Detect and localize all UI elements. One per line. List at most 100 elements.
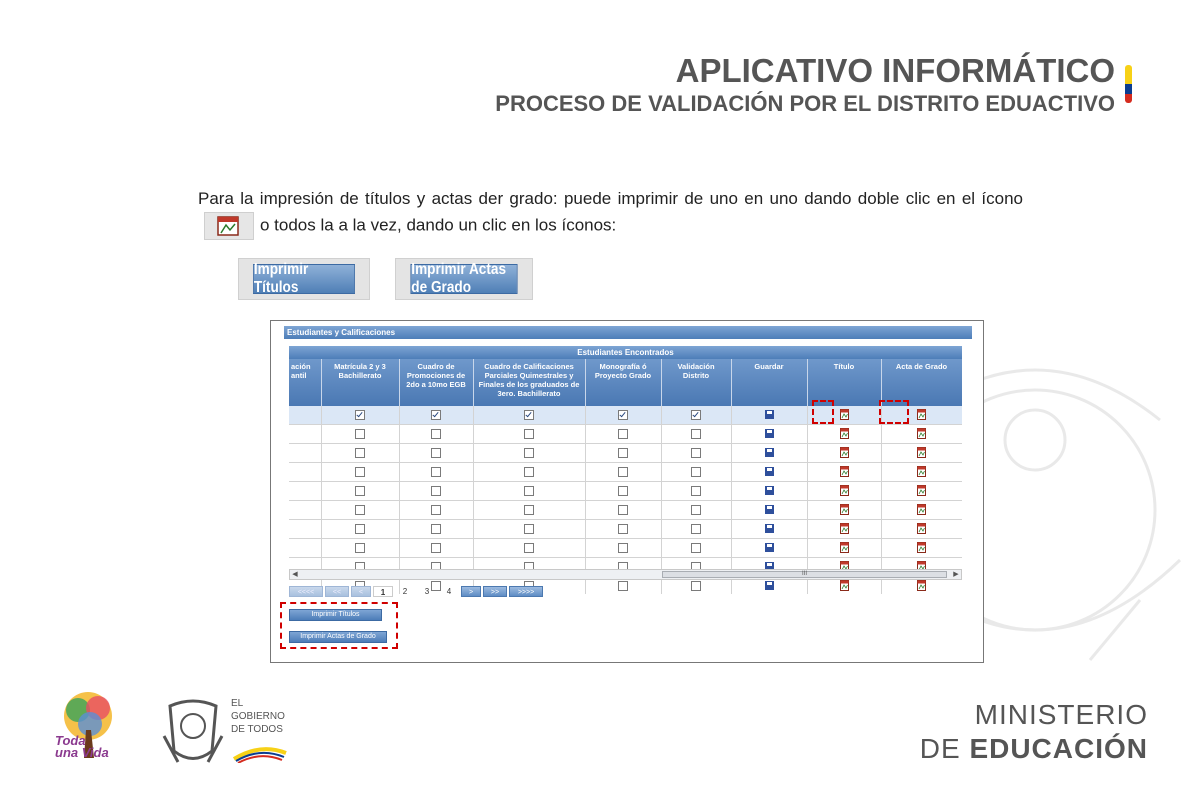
checkbox[interactable] [355, 447, 365, 458]
table-row[interactable] [289, 406, 962, 425]
pager-next-many-button[interactable]: >> [483, 586, 507, 597]
grid-cell [807, 481, 882, 501]
checkbox[interactable] [524, 428, 534, 439]
save-icon[interactable] [764, 429, 774, 439]
checkbox[interactable] [355, 428, 365, 439]
checkbox[interactable] [691, 523, 701, 534]
checkbox[interactable] [691, 504, 701, 515]
checkbox[interactable] [618, 447, 628, 458]
save-icon[interactable] [764, 448, 774, 458]
coat-of-arms-logo [162, 699, 224, 763]
table-row[interactable] [289, 424, 962, 444]
checkbox[interactable] [355, 485, 365, 496]
titulo-print-icon[interactable] [839, 463, 849, 480]
titulo-print-icon[interactable] [839, 520, 849, 537]
save-icon[interactable] [764, 486, 774, 496]
acta-print-icon[interactable] [917, 406, 926, 423]
scroll-right-icon[interactable]: ▶ [951, 570, 961, 579]
save-icon[interactable] [764, 410, 774, 420]
checkbox[interactable] [524, 504, 534, 515]
checkbox[interactable] [618, 428, 628, 439]
pager-page-2[interactable]: 2 [395, 586, 415, 597]
pager-page-4[interactable]: 4 [439, 586, 459, 597]
col-header[interactable]: Guardar [731, 359, 808, 406]
checkbox[interactable] [431, 428, 441, 439]
titulo-print-icon[interactable] [839, 444, 849, 461]
checkbox[interactable] [524, 409, 534, 420]
checkbox[interactable] [355, 466, 365, 477]
checkbox[interactable] [691, 409, 701, 420]
acta-print-icon[interactable] [917, 520, 926, 537]
pager-last-button[interactable]: >>>> [509, 586, 543, 597]
acta-print-icon[interactable] [917, 482, 926, 499]
col-header[interactable]: Cuadro de Calificaciones Parciales Quime… [473, 359, 586, 406]
checkbox[interactable] [618, 523, 628, 534]
table-row[interactable] [289, 500, 962, 520]
pager-page-3[interactable]: 3 [417, 586, 437, 597]
save-icon[interactable] [764, 543, 774, 553]
checkbox[interactable] [524, 466, 534, 477]
acta-print-icon[interactable] [917, 463, 926, 480]
horizontal-scrollbar[interactable]: ◀ III ▶ [289, 569, 962, 580]
checkbox[interactable] [431, 447, 441, 458]
checkbox[interactable] [618, 409, 628, 420]
titulo-print-icon[interactable] [839, 425, 849, 442]
checkbox[interactable] [431, 504, 441, 515]
titulo-print-icon[interactable] [839, 539, 849, 556]
save-icon[interactable] [764, 467, 774, 477]
checkbox[interactable] [524, 523, 534, 534]
save-icon[interactable] [764, 505, 774, 515]
checkbox[interactable] [355, 504, 365, 515]
pager-first-button[interactable]: <<<< [289, 586, 323, 597]
checkbox[interactable] [618, 580, 628, 591]
checkbox[interactable] [691, 428, 701, 439]
checkbox[interactable] [691, 466, 701, 477]
titulo-print-icon[interactable] [839, 501, 849, 518]
checkbox[interactable] [524, 485, 534, 496]
table-row[interactable] [289, 481, 962, 501]
save-icon[interactable] [764, 524, 774, 534]
checkbox[interactable] [618, 542, 628, 553]
checkbox[interactable] [691, 580, 701, 591]
col-header[interactable]: Validación Distrito [661, 359, 732, 406]
col-header[interactable]: Título [807, 359, 882, 406]
checkbox[interactable] [618, 485, 628, 496]
checkbox[interactable] [524, 447, 534, 458]
save-icon[interactable] [764, 581, 774, 591]
col-header[interactable]: Monografía ó Proyecto Grado [585, 359, 662, 406]
checkbox[interactable] [431, 485, 441, 496]
checkbox[interactable] [524, 542, 534, 553]
checkbox[interactable] [618, 466, 628, 477]
col-header[interactable]: ación antil [289, 359, 322, 406]
col-header[interactable]: Cuadro de Promociones de 2do a 10mo EGB [399, 359, 474, 406]
table-row[interactable] [289, 462, 962, 482]
col-header[interactable]: Acta de Grado [881, 359, 962, 406]
titulo-print-icon[interactable] [839, 482, 849, 499]
checkbox[interactable] [431, 409, 441, 420]
pager-prev-many-button[interactable]: << [325, 586, 349, 597]
pager-page-1[interactable]: 1 [373, 586, 393, 597]
acta-print-icon[interactable] [917, 539, 926, 556]
scroll-thumb[interactable]: III [662, 571, 947, 578]
checkbox[interactable] [355, 409, 365, 420]
acta-print-icon[interactable] [917, 444, 926, 461]
col-header[interactable]: Matrícula 2 y 3 Bachillerato [321, 359, 400, 406]
checkbox[interactable] [355, 542, 365, 553]
table-row[interactable] [289, 443, 962, 463]
pager-next-button[interactable]: > [461, 586, 481, 597]
checkbox[interactable] [691, 542, 701, 553]
titulo-print-icon[interactable] [839, 406, 849, 423]
acta-print-icon[interactable] [917, 501, 926, 518]
acta-print-icon[interactable] [917, 425, 926, 442]
checkbox[interactable] [431, 466, 441, 477]
scroll-left-icon[interactable]: ◀ [290, 570, 300, 579]
checkbox[interactable] [431, 542, 441, 553]
checkbox[interactable] [691, 485, 701, 496]
table-row[interactable] [289, 519, 962, 539]
checkbox[interactable] [691, 447, 701, 458]
checkbox[interactable] [355, 523, 365, 534]
checkbox[interactable] [618, 504, 628, 515]
table-row[interactable] [289, 538, 962, 558]
checkbox[interactable] [431, 523, 441, 534]
pager-prev-button[interactable]: < [351, 586, 371, 597]
